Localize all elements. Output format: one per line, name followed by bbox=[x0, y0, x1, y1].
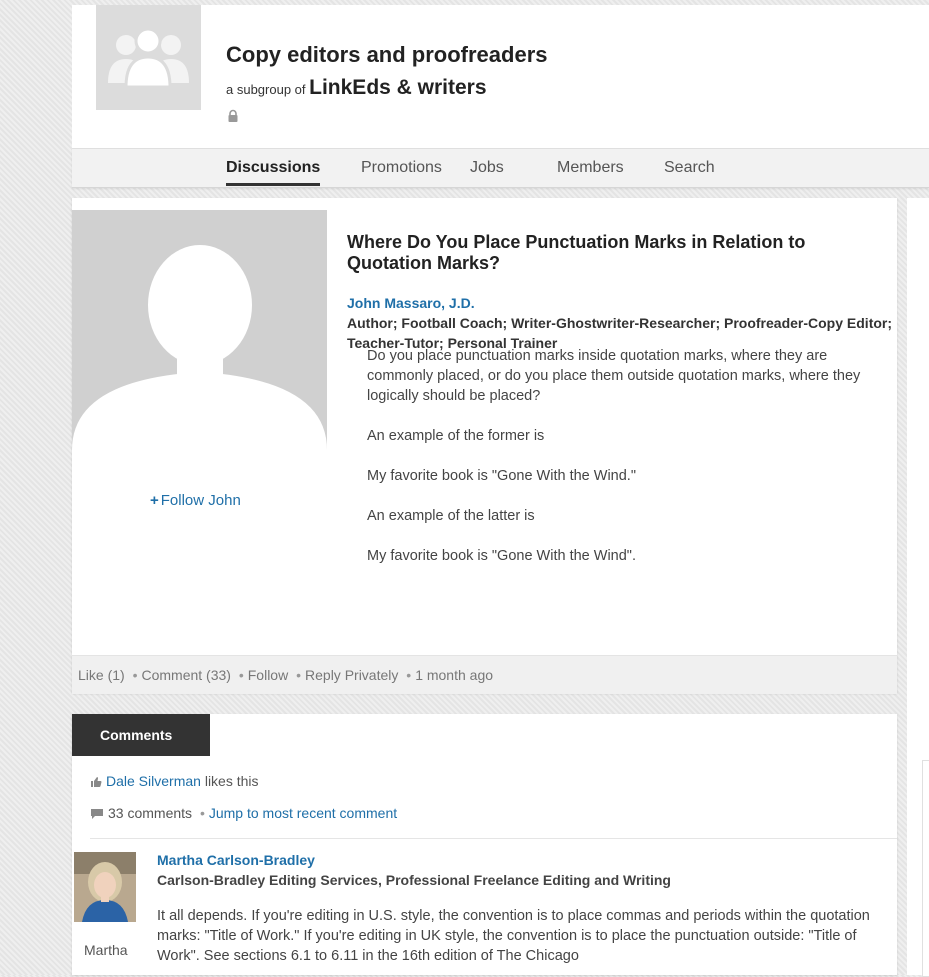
comment-text: It all depends. If you're editing in U.S… bbox=[157, 908, 870, 964]
separator-dot: • bbox=[238, 667, 244, 683]
author-avatar[interactable] bbox=[72, 210, 327, 482]
comment-link[interactable]: Comment (33) bbox=[141, 667, 230, 683]
jump-recent-comment-link[interactable]: Jump to most recent comment bbox=[209, 805, 397, 821]
plus-icon: + bbox=[150, 492, 159, 509]
comment-count: 33 comments bbox=[108, 805, 193, 821]
group-people-icon bbox=[108, 27, 189, 89]
lock-icon bbox=[228, 109, 238, 122]
comments-divider bbox=[90, 838, 897, 839]
commenter-name-link[interactable]: Martha Carlson-Bradley bbox=[157, 852, 315, 868]
post-paragraph: Do you place punctuation marks inside qu… bbox=[367, 348, 861, 404]
group-title: Copy editors and proofreaders bbox=[226, 42, 548, 67]
reply-privately-link[interactable]: Reply Privately bbox=[305, 667, 398, 683]
post-paragraph: My favorite book is "Gone With the Wind"… bbox=[367, 548, 636, 564]
post-paragraph: An example of the latter is bbox=[367, 508, 535, 524]
comment-count-row: 33 comments • Jump to most recent comment bbox=[90, 805, 397, 821]
tab-search[interactable]: Search bbox=[664, 159, 715, 177]
subgroup-prefix: a subgroup of bbox=[226, 82, 306, 97]
group-nav: Discussions Promotions Jobs Members Sear… bbox=[72, 149, 929, 188]
separator-dot: • bbox=[132, 667, 138, 683]
separator-dot: • bbox=[296, 667, 302, 683]
post-title: Where Do You Place Punctuation Marks in … bbox=[347, 232, 806, 273]
like-link[interactable]: Like (1) bbox=[78, 667, 125, 683]
parent-group-link[interactable]: LinkEds & writers bbox=[309, 76, 486, 99]
post-actions: Like (1) • Comment (33) • Follow • Reply Pr… bbox=[72, 655, 897, 694]
separator-dot: • bbox=[199, 805, 205, 821]
tab-members[interactable]: Members bbox=[557, 159, 624, 177]
comments-section: Comments Dale Silverman likes this 33 co… bbox=[72, 714, 897, 975]
author-name-link[interactable]: John Massaro, J.D. bbox=[347, 295, 475, 311]
subgroup-line: a subgroup of LinkEds & writers bbox=[226, 76, 487, 100]
comments-tab[interactable]: Comments bbox=[72, 714, 210, 756]
likes-suffix: likes this bbox=[204, 773, 259, 789]
person-placeholder-icon bbox=[72, 245, 327, 482]
discussion-post: + Follow John Where Do You Place Punctuat… bbox=[72, 198, 897, 694]
tab-promotions[interactable]: Promotions bbox=[361, 159, 442, 177]
post-paragraph: An example of the former is bbox=[367, 428, 545, 444]
follow-author-link[interactable]: + Follow John bbox=[150, 492, 241, 509]
liker-name-link[interactable]: Dale Silverman bbox=[106, 773, 201, 789]
commenter-first-name: Martha bbox=[84, 942, 128, 958]
follow-author-label: Follow John bbox=[160, 492, 241, 509]
tab-discussions[interactable]: Discussions bbox=[226, 159, 321, 186]
post-body: Do you place punctuation marks inside qu… bbox=[367, 346, 887, 586]
follow-link[interactable]: Follow bbox=[248, 667, 288, 683]
commenter-headline: Carlson-Bradley Editing Services, Profes… bbox=[157, 872, 671, 888]
commenter-photo bbox=[74, 852, 136, 922]
thumbs-up-icon bbox=[91, 777, 102, 787]
right-sidebar-widget bbox=[922, 760, 929, 977]
comment-bubble-icon bbox=[91, 809, 103, 819]
post-timestamp: 1 month ago bbox=[415, 667, 494, 683]
group-header: Copy editors and proofreaders a subgroup… bbox=[72, 5, 929, 149]
separator-dot: • bbox=[406, 667, 412, 683]
group-logo[interactable] bbox=[96, 5, 201, 110]
likes-row: Dale Silverman likes this bbox=[90, 773, 259, 789]
post-paragraph: My favorite book is "Gone With the Wind.… bbox=[367, 468, 636, 484]
commenter-avatar[interactable] bbox=[74, 852, 136, 922]
tab-jobs[interactable]: Jobs bbox=[470, 159, 504, 177]
